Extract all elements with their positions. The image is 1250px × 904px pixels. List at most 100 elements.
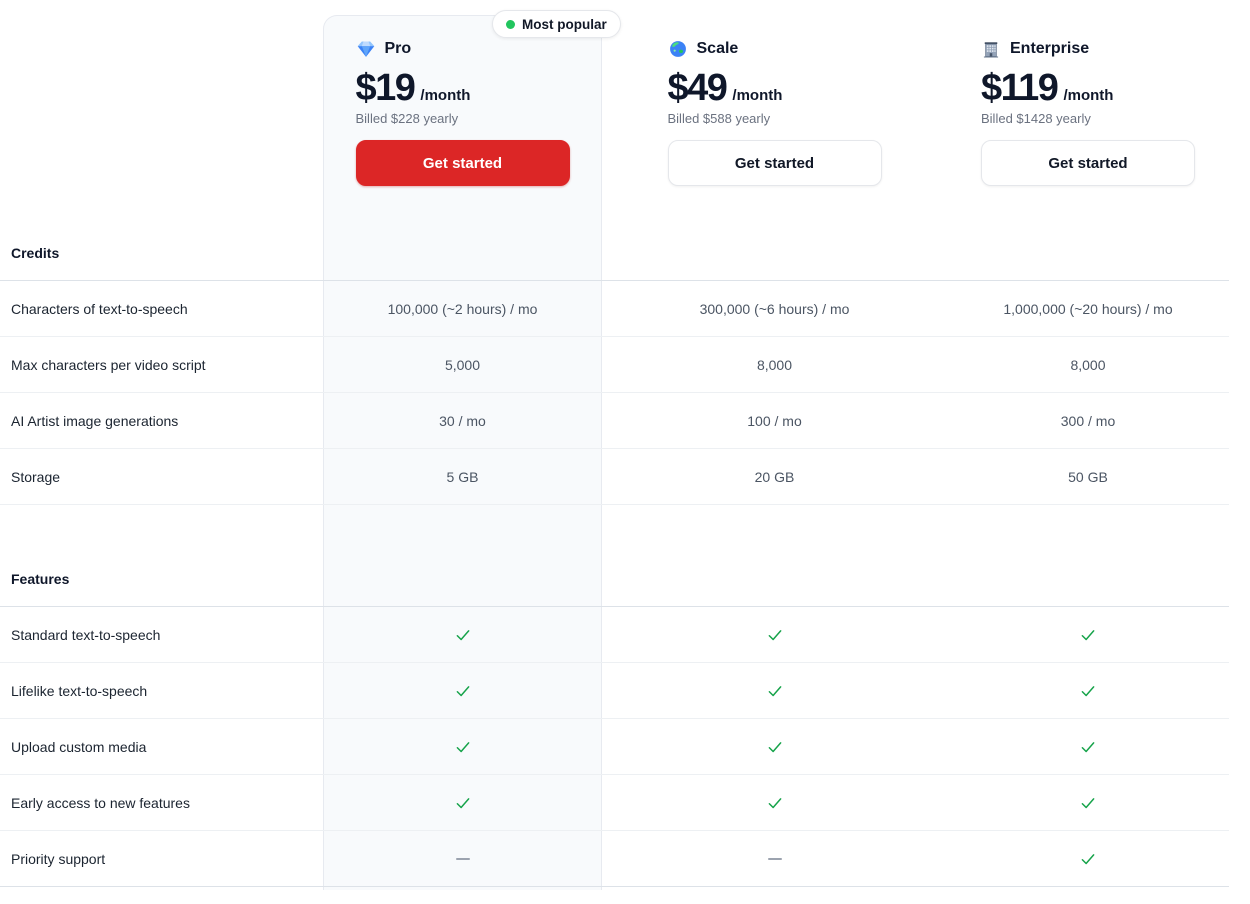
- header-spacer-cell: [0, 0, 323, 225]
- most-popular-badge-label: Most popular: [522, 16, 607, 32]
- table-row: Early access to new features: [0, 775, 1229, 831]
- diamond-icon: [356, 39, 376, 59]
- plan-inner: Enterprise $119/month Billed $1428 yearly G…: [981, 0, 1195, 187]
- plan-header-enterprise: Enterprise $119/month Billed $1428 yearly G…: [947, 0, 1229, 225]
- value-cell: [602, 607, 947, 662]
- plan-name: Scale: [696, 40, 739, 57]
- check-icon: [454, 626, 472, 644]
- feature-label: Priority support: [11, 850, 106, 867]
- value-cell: 100,000 (~2 hours) / mo: [387, 300, 538, 317]
- feature-label: Max characters per video script: [11, 356, 206, 373]
- value-cell: 300,000 (~6 hours) / mo: [699, 300, 850, 317]
- check-icon: [1079, 850, 1097, 868]
- value-cell: 30 / mo: [439, 412, 486, 429]
- value-cell: [947, 663, 1229, 718]
- section-title: Credits: [11, 244, 60, 261]
- section-title: Features: [11, 570, 70, 587]
- feature-label: Characters of text-to-speech: [11, 300, 188, 317]
- dash-icon: [767, 857, 782, 860]
- check-icon: [766, 794, 784, 812]
- billed-yearly-note: Billed $1428 yearly: [981, 111, 1091, 127]
- plan-name-row: Enterprise: [981, 39, 1195, 59]
- check-icon: [454, 682, 472, 700]
- plan-name-row: Pro: [356, 39, 570, 59]
- check-icon: [1079, 794, 1097, 812]
- value-cell: 8,000: [1070, 356, 1106, 373]
- table-row: Upload custom media: [0, 719, 1229, 775]
- plan-inner: Scale $49/month Billed $588 yearly Get star…: [667, 0, 882, 187]
- plan-header-scale: Scale $49/month Billed $588 yearly Get star…: [602, 0, 947, 225]
- check-icon: [1079, 626, 1097, 644]
- feature-label: AI Artist image generations: [11, 412, 179, 429]
- get-started-button-enterprise[interactable]: Get started: [981, 140, 1195, 187]
- table-row: Max characters per video script 5,000 8,00…: [0, 337, 1229, 393]
- pricing-table-body: Credits Characters of text-to-speech 100,0…: [0, 225, 1229, 887]
- value-cell: [602, 663, 947, 718]
- value-cell: [323, 663, 602, 718]
- plan-price: $19: [355, 67, 416, 109]
- plan-period: /month: [420, 87, 471, 105]
- table-row: Standard text-to-speech: [0, 607, 1229, 663]
- billed-yearly-note: Billed $588 yearly: [667, 111, 771, 127]
- dash-icon: [455, 857, 470, 860]
- get-started-button-scale[interactable]: Get started: [667, 140, 882, 187]
- price-row: $19/month: [355, 67, 570, 109]
- section-gap-row: [0, 505, 1229, 551]
- feature-label: Standard text-to-speech: [11, 626, 161, 643]
- billed-yearly-note: Billed $228 yearly: [355, 111, 459, 127]
- get-started-button-pro[interactable]: Get started: [355, 140, 570, 187]
- plan-name: Pro: [384, 40, 412, 57]
- check-icon: [1079, 682, 1097, 700]
- value-cell: 100 / mo: [747, 412, 802, 429]
- value-cell: [947, 719, 1229, 774]
- globe-icon: [668, 39, 688, 59]
- check-icon: [1079, 738, 1097, 756]
- value-cell: [323, 719, 602, 774]
- section-header-row-credits: Credits: [0, 225, 1229, 281]
- feature-label: Lifelike text-to-speech: [11, 682, 148, 699]
- plan-price: $49: [667, 67, 728, 109]
- price-row: $119/month: [981, 67, 1195, 109]
- value-cell: 5 GB: [446, 468, 479, 485]
- value-cell: [947, 607, 1229, 662]
- check-icon: [454, 794, 472, 812]
- table-row: Characters of text-to-speech 100,000 (~2 …: [0, 281, 1229, 337]
- feature-label: Early access to new features: [11, 794, 190, 811]
- value-cell: [323, 607, 602, 662]
- value-cell: 50 GB: [1068, 468, 1108, 485]
- plan-name-row: Scale: [668, 39, 882, 59]
- plan-period: /month: [732, 87, 783, 105]
- green-dot-icon: [506, 19, 515, 29]
- value-cell: [602, 831, 947, 886]
- value-cell: [947, 775, 1229, 830]
- value-cell: 8,000: [756, 356, 793, 373]
- table-row: Lifelike text-to-speech: [0, 663, 1229, 719]
- value-cell: [602, 775, 947, 830]
- pricing-comparison-page: Most popular Pro $19/month Billed $228 yea…: [0, 0, 1250, 904]
- feature-label: Upload custom media: [11, 738, 147, 755]
- table-row: AI Artist image generations 30 / mo 100 / …: [0, 393, 1229, 449]
- value-cell: 20 GB: [754, 468, 795, 485]
- table-row: Storage 5 GB 20 GB 50 GB: [0, 449, 1229, 505]
- value-cell: [323, 775, 602, 830]
- plan-name: Enterprise: [1010, 40, 1090, 57]
- table-row: Priority support: [0, 831, 1229, 887]
- check-icon: [454, 738, 472, 756]
- check-icon: [766, 626, 784, 644]
- value-cell: [323, 831, 602, 886]
- plan-price: $119: [981, 67, 1059, 109]
- value-cell: [602, 719, 947, 774]
- value-cell: 5,000: [444, 356, 481, 373]
- check-icon: [766, 682, 784, 700]
- check-icon: [766, 738, 784, 756]
- feature-label: Storage: [11, 468, 61, 485]
- most-popular-badge: Most popular: [492, 10, 621, 38]
- building-icon: [981, 39, 1001, 59]
- section-header-row-features: Features: [0, 551, 1229, 607]
- pricing-table: Pro $19/month Billed $228 yearly Get starte…: [0, 0, 1229, 887]
- plan-period: /month: [1063, 87, 1114, 105]
- value-cell: [947, 831, 1229, 886]
- value-cell: 300 / mo: [1060, 412, 1116, 429]
- value-cell: 1,000,000 (~20 hours) / mo: [1003, 300, 1173, 317]
- price-row: $49/month: [667, 67, 882, 109]
